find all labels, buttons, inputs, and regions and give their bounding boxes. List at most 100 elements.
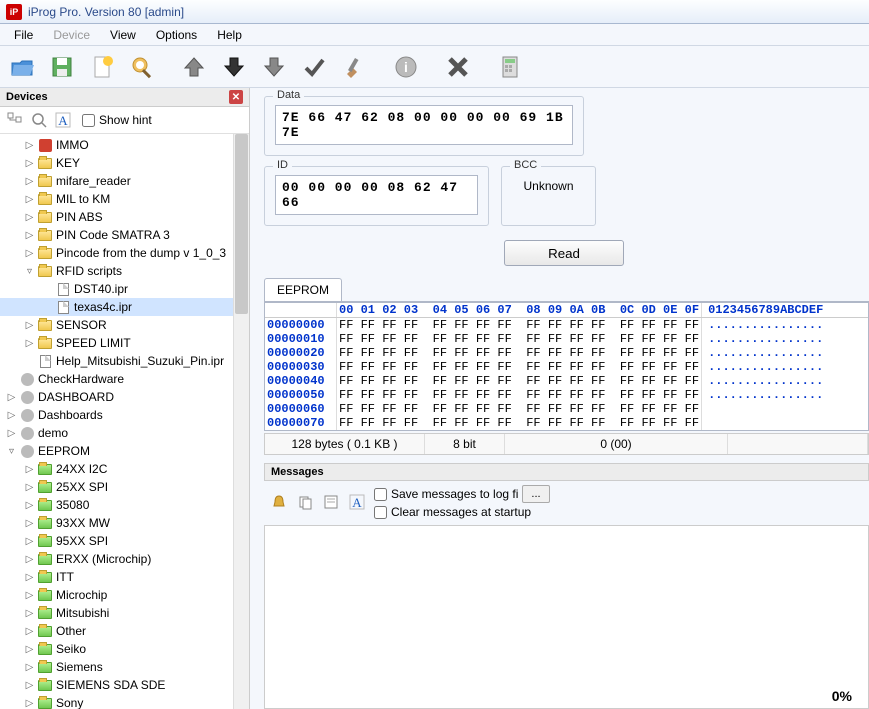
tree-scrollbar[interactable]	[233, 134, 249, 709]
info-icon[interactable]: i	[388, 49, 424, 85]
browse-log-button[interactable]: ...	[522, 485, 549, 503]
copy-icon[interactable]	[296, 493, 314, 511]
expander-icon[interactable]: ▷	[24, 338, 35, 349]
expander-icon[interactable]	[42, 302, 53, 313]
expander-icon[interactable]: ▷	[24, 212, 35, 223]
expander-icon[interactable]: ▷	[24, 482, 35, 493]
expander-icon[interactable]: ▷	[6, 392, 17, 403]
tree-item[interactable]: Help_Mitsubishi_Suzuki_Pin.ipr	[0, 352, 249, 370]
bell-icon[interactable]	[270, 493, 288, 511]
tree-item[interactable]: ▿EEPROM	[0, 442, 249, 460]
tree-item[interactable]: ▷Microchip	[0, 586, 249, 604]
brush-icon[interactable]	[336, 49, 372, 85]
clear-startup-checkbox[interactable]: Clear messages at startup	[374, 505, 550, 519]
tab-eeprom[interactable]: EEPROM	[264, 278, 342, 301]
expander-icon[interactable]: ▷	[24, 158, 35, 169]
expander-icon[interactable]: ▷	[24, 230, 35, 241]
tree-item[interactable]: ▷25XX SPI	[0, 478, 249, 496]
magnify-icon[interactable]	[30, 111, 48, 129]
tree-item[interactable]: ▷95XX SPI	[0, 532, 249, 550]
arrow-down-dark-icon[interactable]	[216, 49, 252, 85]
menu-file[interactable]: File	[4, 26, 43, 44]
messages-body[interactable]: 0%	[264, 525, 869, 709]
expander-icon[interactable]	[24, 356, 35, 367]
tree-item[interactable]: ▷SIEMENS SDA SDE	[0, 676, 249, 694]
close-x-icon[interactable]	[440, 49, 476, 85]
tree-icon[interactable]	[6, 111, 24, 129]
expander-icon[interactable]: ▷	[24, 662, 35, 673]
clear-icon[interactable]	[322, 493, 340, 511]
menu-view[interactable]: View	[100, 26, 146, 44]
tree-item[interactable]: ▷24XX I2C	[0, 460, 249, 478]
font-a-icon[interactable]: A	[54, 111, 72, 129]
expander-icon[interactable]: ▷	[24, 608, 35, 619]
tree-item[interactable]: ▷SPEED LIMIT	[0, 334, 249, 352]
expander-icon[interactable]: ▷	[24, 536, 35, 547]
tree-item[interactable]: ▷Pincode from the dump v 1_0_3	[0, 244, 249, 262]
tree-item[interactable]: ▷Other	[0, 622, 249, 640]
save-icon[interactable]	[44, 49, 80, 85]
font-a2-icon[interactable]: A	[348, 493, 366, 511]
arrow-down-icon[interactable]	[256, 49, 292, 85]
tree-item[interactable]: CheckHardware	[0, 370, 249, 388]
expander-icon[interactable]: ▷	[24, 176, 35, 187]
tree-item[interactable]: ▷ERXX (Microchip)	[0, 550, 249, 568]
expander-icon[interactable]: ▷	[24, 680, 35, 691]
expander-icon[interactable]: ▷	[24, 590, 35, 601]
data-value[interactable]: 7E 66 47 62 08 00 00 00 00 69 1B 7E	[275, 105, 573, 145]
tree-item[interactable]: ▷SENSOR	[0, 316, 249, 334]
expander-icon[interactable]: ▷	[24, 320, 35, 331]
id-value[interactable]: 00 00 00 00 08 62 47 66	[275, 175, 478, 215]
menu-device[interactable]: Device	[43, 26, 100, 44]
save-log-checkbox[interactable]: Save messages to log fi ...	[374, 485, 550, 503]
tree-item[interactable]: DST40.ipr	[0, 280, 249, 298]
expander-icon[interactable]: ▷	[24, 500, 35, 511]
arrow-up-icon[interactable]	[176, 49, 212, 85]
expander-icon[interactable]: ▷	[24, 248, 35, 259]
tree-item[interactable]: ▷demo	[0, 424, 249, 442]
tree-item[interactable]: ▷KEY	[0, 154, 249, 172]
tree-item[interactable]: ▷PIN ABS	[0, 208, 249, 226]
expander-icon[interactable]: ▷	[24, 518, 35, 529]
tree-item[interactable]: ▷Mitsubishi	[0, 604, 249, 622]
expander-icon[interactable]: ▷	[24, 140, 35, 151]
tree-item[interactable]: ▷ITT	[0, 568, 249, 586]
show-hint-checkbox[interactable]: Show hint	[82, 113, 152, 127]
tree-item[interactable]: ▿RFID scripts	[0, 262, 249, 280]
expander-icon[interactable]: ▷	[24, 554, 35, 565]
tree-item[interactable]: texas4c.ipr	[0, 298, 249, 316]
expander-icon[interactable]: ▷	[6, 428, 17, 439]
tree-item[interactable]: ▷Siemens	[0, 658, 249, 676]
expander-icon[interactable]: ▷	[24, 464, 35, 475]
tree-item[interactable]: ▷MIL to KM	[0, 190, 249, 208]
menu-options[interactable]: Options	[146, 26, 207, 44]
check-icon[interactable]	[296, 49, 332, 85]
expander-icon[interactable]: ▿	[24, 266, 35, 277]
tree-item[interactable]: ▷mifare_reader	[0, 172, 249, 190]
expander-icon[interactable]: ▷	[24, 626, 35, 637]
expander-icon[interactable]: ▷	[24, 644, 35, 655]
calculator-icon[interactable]	[492, 49, 528, 85]
expander-icon[interactable]: ▿	[6, 446, 17, 457]
tree-item[interactable]: ▷35080	[0, 496, 249, 514]
show-hint-input[interactable]	[82, 114, 95, 127]
expander-icon[interactable]	[6, 374, 17, 385]
tree-item[interactable]: ▷Sony	[0, 694, 249, 709]
expander-icon[interactable]	[42, 284, 53, 295]
tree-item[interactable]: ▷Seiko	[0, 640, 249, 658]
hex-editor[interactable]: 00 01 02 03 04 05 06 07 08 09 0A 0B 0C 0…	[264, 302, 869, 431]
tree-item[interactable]: ▷93XX MW	[0, 514, 249, 532]
tree-item[interactable]: ▷IMMO	[0, 136, 249, 154]
device-tree[interactable]: ▷IMMO▷KEY▷mifare_reader▷MIL to KM▷PIN AB…	[0, 134, 249, 709]
expander-icon[interactable]: ▷	[6, 410, 17, 421]
expander-icon[interactable]: ▷	[24, 572, 35, 583]
panel-close-icon[interactable]: ✕	[229, 90, 243, 104]
tree-item[interactable]: ▷Dashboards	[0, 406, 249, 424]
search-icon[interactable]	[124, 49, 160, 85]
tree-item[interactable]: ▷DASHBOARD	[0, 388, 249, 406]
new-file-icon[interactable]	[84, 49, 120, 85]
menu-help[interactable]: Help	[207, 26, 252, 44]
expander-icon[interactable]: ▷	[24, 698, 35, 709]
expander-icon[interactable]: ▷	[24, 194, 35, 205]
open-file-icon[interactable]	[4, 49, 40, 85]
